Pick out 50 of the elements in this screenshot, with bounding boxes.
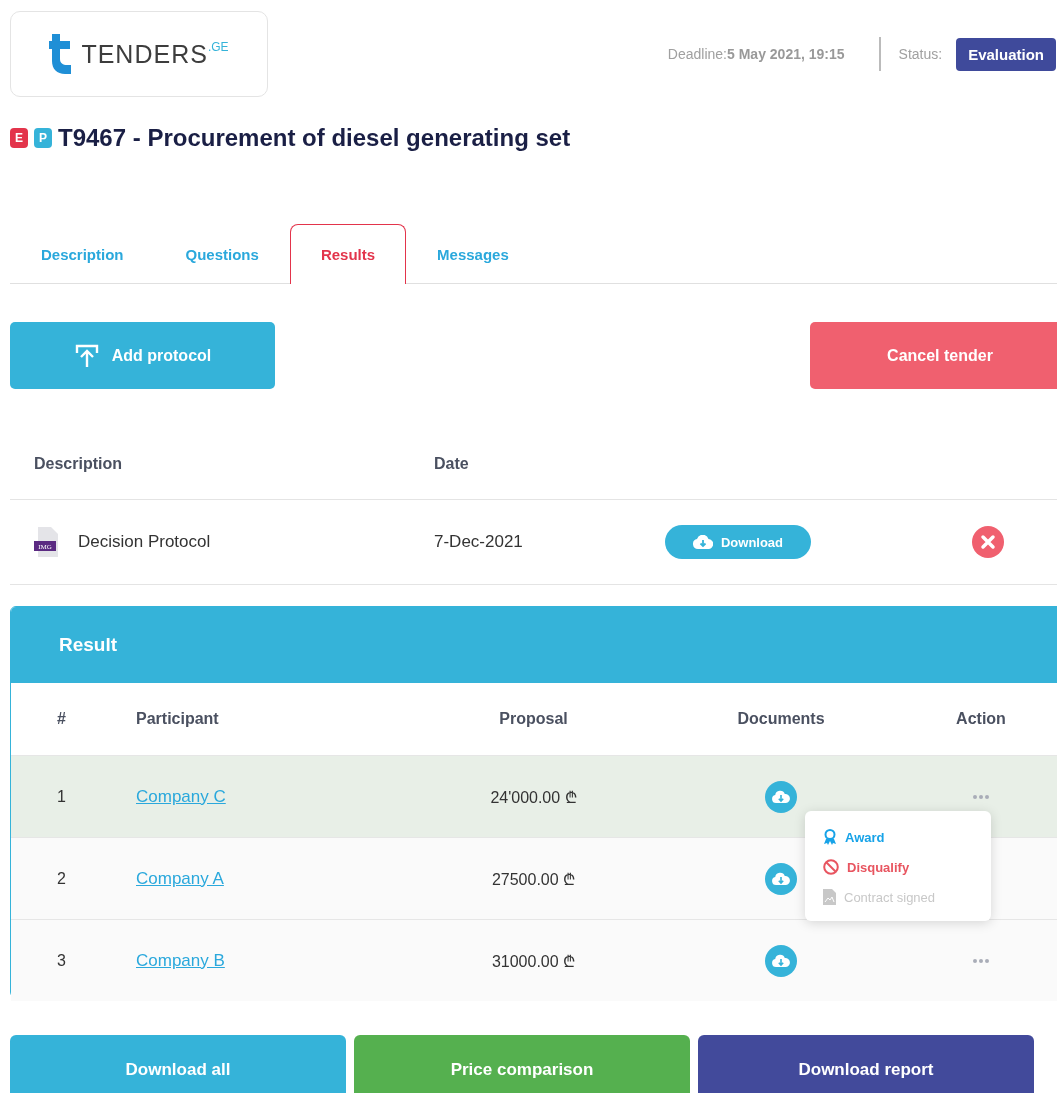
column-header: Description xyxy=(33,455,123,473)
column-header: Date xyxy=(434,455,469,473)
participant-link[interactable]: Company B xyxy=(136,950,225,970)
column-header: Action xyxy=(955,710,1007,728)
column-header: # xyxy=(56,710,67,728)
column-header: Documents xyxy=(736,710,826,728)
cloud-download-icon xyxy=(692,535,713,549)
cloud-download-icon[interactable] xyxy=(765,862,797,895)
footer-button[interactable]: Download all xyxy=(10,1035,346,1093)
participant-link[interactable]: Company A xyxy=(136,868,224,888)
tender-type-badge: E xyxy=(10,128,28,148)
proposal-amount: 24'000.00 ₾ xyxy=(489,787,578,808)
proposal-amount: 31000.00 ₾ xyxy=(490,951,577,972)
tab[interactable]: Results xyxy=(289,224,407,284)
upload-icon xyxy=(73,342,100,369)
download-button[interactable]: Download xyxy=(665,525,811,559)
more-icon[interactable] xyxy=(973,794,989,799)
cloud-download-icon[interactable] xyxy=(765,780,797,813)
tab[interactable]: Description xyxy=(10,224,155,284)
prohibited-icon xyxy=(823,859,839,875)
menu-item[interactable]: Disqualify xyxy=(805,859,991,875)
cancel-tender-button[interactable]: Cancel tender xyxy=(810,322,1057,389)
tab[interactable]: Questions xyxy=(154,224,290,284)
tender-type-badge: P xyxy=(34,128,52,148)
protocol-date: 7-Dec-2021 xyxy=(434,532,524,552)
row-number: 3 xyxy=(56,951,67,970)
status-label: Status: xyxy=(898,46,943,62)
row-number: 2 xyxy=(56,869,67,888)
status-badge: Evaluation xyxy=(956,37,1056,71)
footer-button[interactable]: Price comparison xyxy=(354,1035,690,1093)
proposal-amount: 27500.00 ₾ xyxy=(490,869,577,890)
tab[interactable]: Messages xyxy=(406,224,540,284)
column-header: Participant xyxy=(136,710,220,728)
panel-title: Result xyxy=(59,634,118,656)
logo-suffix: .GE xyxy=(207,40,229,54)
document-icon xyxy=(823,889,836,905)
more-icon[interactable] xyxy=(973,958,989,963)
medal-icon xyxy=(823,829,837,845)
logo-text: TENDERS xyxy=(81,39,208,69)
delete-icon[interactable] xyxy=(972,526,1004,558)
deadline-text: Deadline:5 May 2021, 19:15 xyxy=(667,46,845,62)
row-number: 1 xyxy=(56,787,67,806)
footer-button[interactable]: Download report xyxy=(698,1035,1034,1093)
column-header: Proposal xyxy=(498,710,569,728)
cloud-download-icon[interactable] xyxy=(765,944,797,977)
table-row[interactable]: 3 Company B 31000.00 ₾ xyxy=(11,919,1057,1001)
tender-title: T9467 - Procurement of diesel generating set xyxy=(58,124,571,152)
protocol-name: Decision Protocol xyxy=(78,532,211,552)
participant-link[interactable]: Company C xyxy=(136,786,226,806)
add-protocol-button[interactable]: Add protocol xyxy=(10,322,275,389)
